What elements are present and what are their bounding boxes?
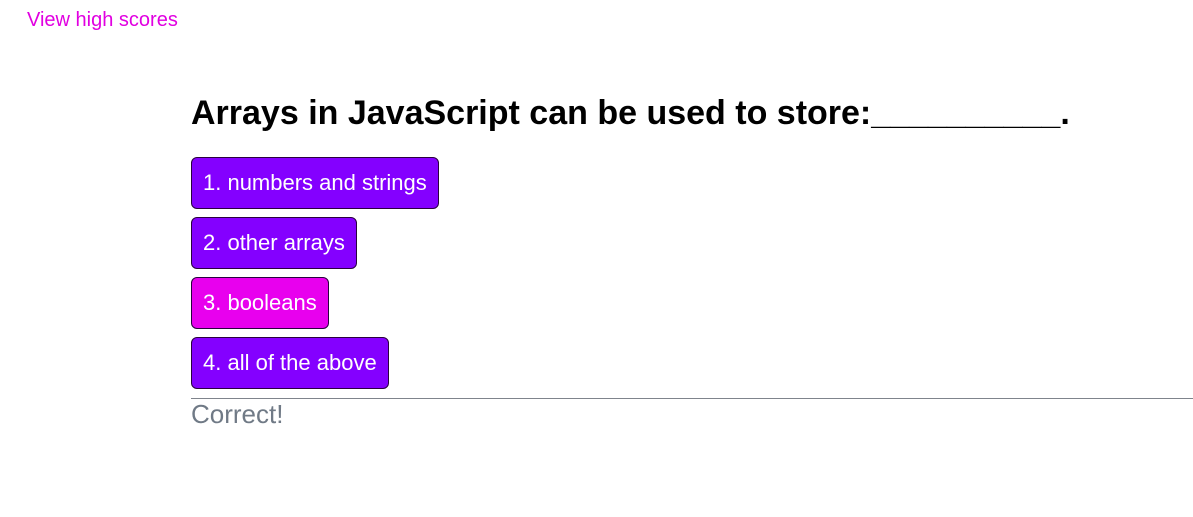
view-high-scores-link[interactable]: View high scores <box>27 9 178 32</box>
question-title: Arrays in JavaScript can be used to stor… <box>191 94 1070 132</box>
answer-list: 1. numbers and strings 2. other arrays 3… <box>191 157 1193 389</box>
answer-button-3[interactable]: 3. booleans <box>191 277 329 329</box>
answer-button-2[interactable]: 2. other arrays <box>191 217 357 269</box>
answer-button-1[interactable]: 1. numbers and strings <box>191 157 439 209</box>
answer-button-4[interactable]: 4. all of the above <box>191 337 389 389</box>
quiz-page: View high scores Arrays in JavaScript ca… <box>0 0 1193 517</box>
quiz-panel: Arrays in JavaScript can be used to stor… <box>191 90 1193 429</box>
feedback-area: Correct! <box>191 398 1193 429</box>
feedback-message: Correct! <box>191 399 284 429</box>
